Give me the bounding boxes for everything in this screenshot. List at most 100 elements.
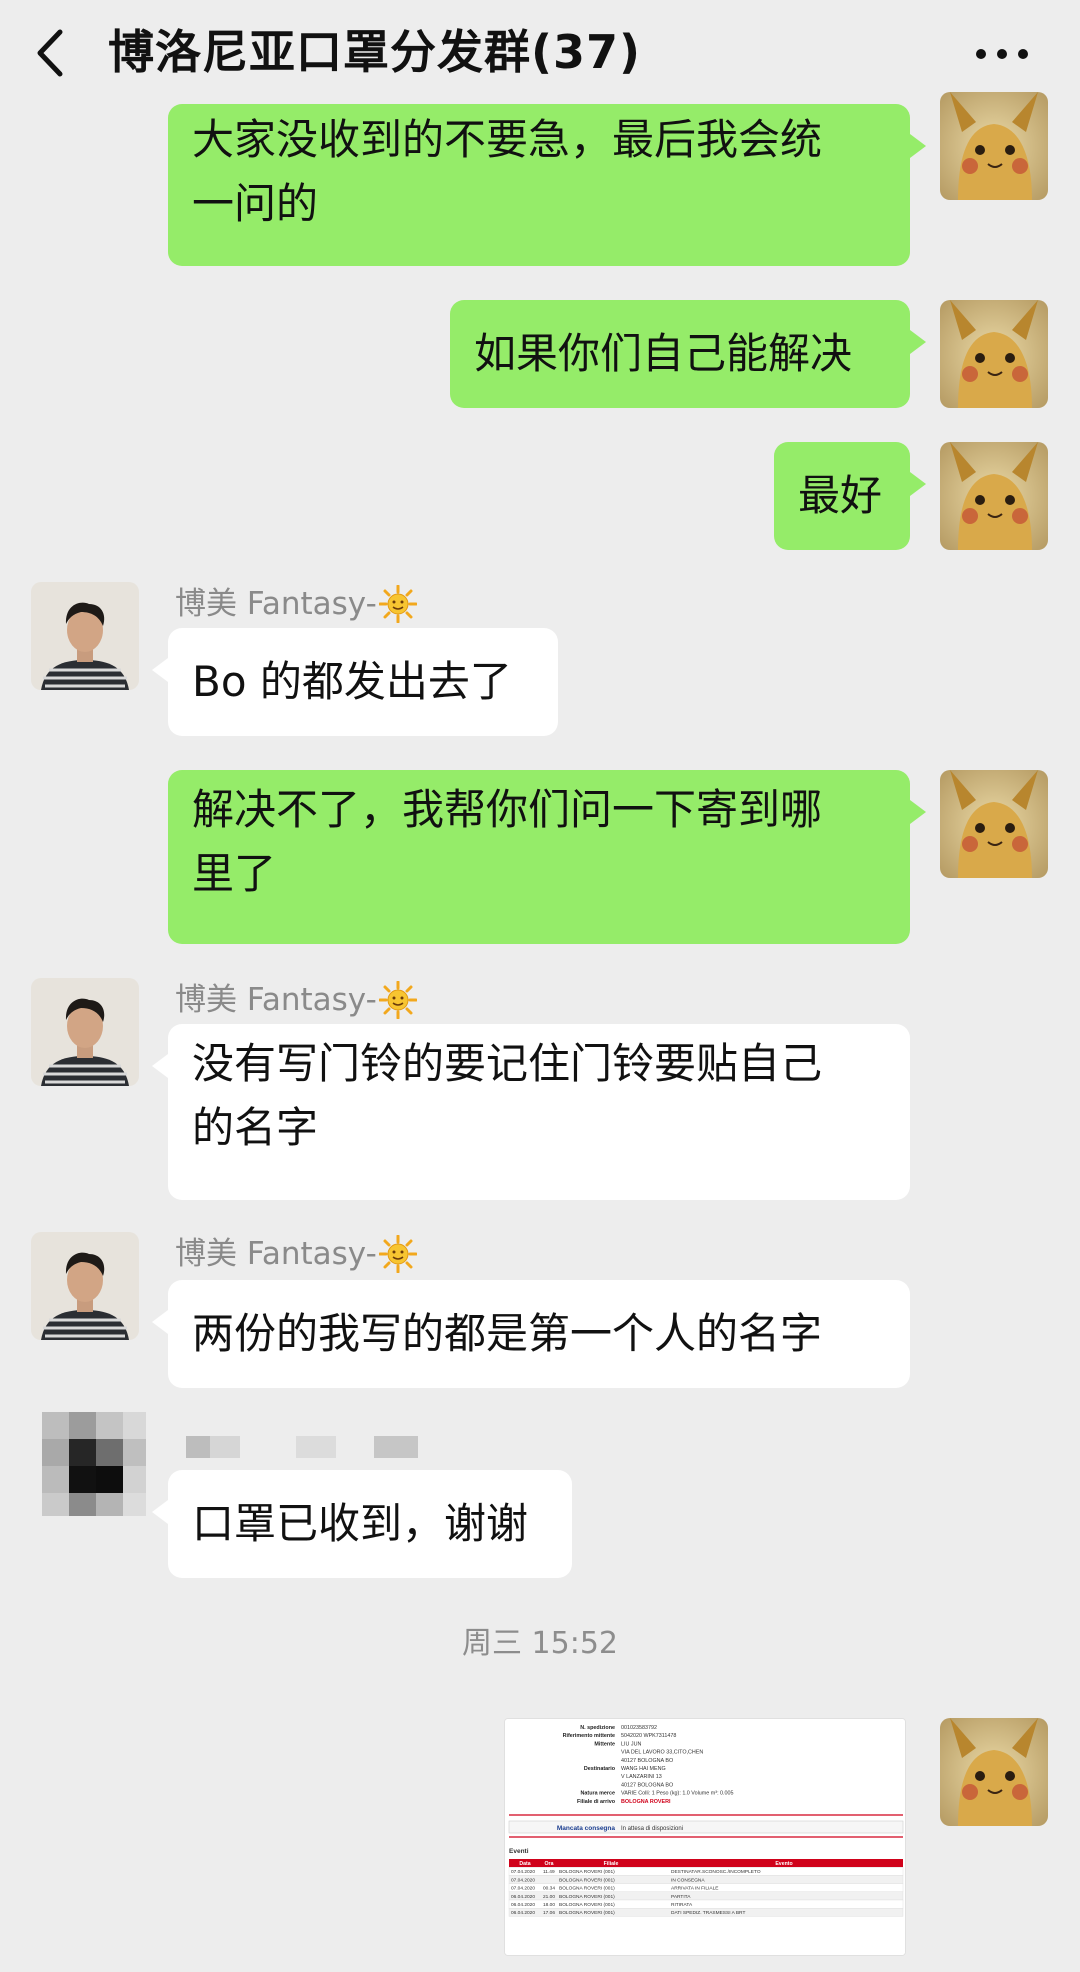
table-cell: 06.04.2020 <box>511 1894 535 1900</box>
chat-header: 博洛尼亚口罩分发群(37) <box>0 0 1080 108</box>
field-value: BOLOGNA ROVERI <box>621 1799 671 1805</box>
person-avatar-image <box>31 978 139 1086</box>
table-header-cell: Ora <box>545 1861 554 1867</box>
table-header-cell: Filiale <box>604 1861 619 1867</box>
table-cell: BOLOGNA ROVERI (001) <box>559 1877 615 1883</box>
table-cell: 07.04.2020 <box>511 1886 535 1892</box>
table-cell: BOLOGNA ROVERI (001) <box>559 1869 615 1875</box>
message-line: 里了 <box>192 849 277 898</box>
table-cell: 00.34 <box>543 1886 555 1892</box>
field-value: VARIE Colli: 1 Peso (kg): 1.0 Volume m³:… <box>621 1791 734 1797</box>
table-header-cell: Data <box>519 1861 530 1867</box>
back-button[interactable] <box>30 24 78 82</box>
status-label: Mancata consegna <box>557 1825 616 1832</box>
pixelated-sender-name <box>186 1432 436 1466</box>
more-dots-icon <box>976 49 986 59</box>
message-line: 解决不了，我帮你们问一下寄到哪 <box>192 785 823 834</box>
message-bubble-self[interactable]: 最好 <box>774 442 926 550</box>
table-cell: BOLOGNA ROVERI (001) <box>559 1886 615 1892</box>
pikachu-avatar-image <box>940 300 1048 408</box>
pixelated-avatar[interactable] <box>42 1412 146 1516</box>
field-label: Natura merce <box>581 1791 615 1797</box>
message-line: Bo 的都发出去了 <box>192 657 512 706</box>
message-line: 大家没收到的不要急，最后我会统 <box>192 115 823 164</box>
field-label: N. spedizione <box>580 1725 615 1731</box>
chevron-left-icon <box>37 29 63 77</box>
member-avatar[interactable] <box>31 1232 139 1340</box>
table-cell: BOLOGNA ROVERI (001) <box>559 1910 615 1916</box>
sun-emoji-icon <box>378 585 417 623</box>
table-cell: BOLOGNA ROVERI (001) <box>559 1902 615 1908</box>
field-label: Filiale di arrivo <box>577 1799 616 1805</box>
table-cell: DESTINATAR.SCONOSC./INCOMPLETO <box>671 1869 761 1875</box>
person-avatar-image <box>31 1232 139 1340</box>
person-avatar-image <box>31 582 139 690</box>
self-avatar[interactable] <box>940 300 1048 408</box>
message-timestamp: 周三 15:52 <box>462 1626 618 1661</box>
message-bubble-other[interactable]: Bo 的都发出去了 <box>152 628 558 736</box>
sun-emoji-icon <box>378 981 417 1019</box>
field-value: 001023583792 <box>621 1725 657 1731</box>
message-line: 最好 <box>798 471 883 520</box>
table-cell: ARRIVATA IN FILIALE <box>671 1886 718 1892</box>
chat-title: 博洛尼亚口罩分发群(37) <box>108 25 642 79</box>
tracking-document-image: N. spedizione 001023583792 Riferimento mit… <box>505 1719 905 1955</box>
pikachu-avatar-image <box>940 1718 1048 1826</box>
table-header-row <box>509 1859 903 1868</box>
message-bubble-self[interactable]: 解决不了，我帮你们问一下寄到哪 里了 <box>168 770 926 944</box>
more-options-button[interactable] <box>966 34 1038 74</box>
table-cell: RITIRATA <box>671 1902 693 1908</box>
member-avatar[interactable] <box>31 978 139 1086</box>
message-line: 一问的 <box>192 179 319 228</box>
message-bubble-other[interactable]: 口罩已收到，谢谢 <box>152 1470 572 1578</box>
self-avatar[interactable] <box>940 770 1048 878</box>
field-label: Riferimento mittente <box>563 1733 615 1739</box>
table-cell: 21.00 <box>543 1894 555 1900</box>
field-value: 40127 BOLOGNA BO <box>621 1758 673 1764</box>
self-avatar[interactable] <box>940 442 1048 550</box>
table-cell: 17.06 <box>543 1910 555 1916</box>
field-value: V LANZARINI 13 <box>621 1774 662 1780</box>
table-header-cell: Evento <box>775 1861 792 1867</box>
field-value: LIU JUN <box>621 1741 641 1747</box>
field-value: VIA DEL LAVORO 33,CITO,CHEN <box>621 1750 703 1756</box>
self-avatar[interactable] <box>940 1718 1048 1826</box>
field-value: 5042020 WPK7311478 <box>621 1733 676 1739</box>
status-value: In attesa di disposizioni <box>621 1826 683 1832</box>
field-label: Destinatario <box>584 1766 616 1772</box>
message-bubble-other[interactable]: 两份的我写的都是第一个人的名字 <box>152 1280 910 1388</box>
mosaic-avatar-image <box>42 1412 146 1516</box>
table-cell: BOLOGNA ROVERI (001) <box>559 1894 615 1900</box>
member-avatar[interactable] <box>31 582 139 690</box>
table-cell: 18.00 <box>543 1902 555 1908</box>
table-cell: PARTITA <box>671 1894 691 1900</box>
table-cell: 11.49 <box>543 1869 555 1875</box>
message-line: 口罩已收到，谢谢 <box>192 1499 529 1548</box>
message-bubble-self[interactable]: 如果你们自己能解决 <box>450 300 926 408</box>
self-avatar[interactable] <box>940 92 1048 200</box>
pikachu-avatar-image <box>940 770 1048 878</box>
sender-name: 博美 Fantasy- <box>175 584 417 624</box>
message-line: 的名字 <box>192 1103 319 1152</box>
table-cell: DATI SPEDIZ. TRASMESSI A BRT <box>671 1910 745 1916</box>
table-cell: IN CONSEGNA <box>671 1877 705 1883</box>
field-value: 40127 BOLOGNA BO <box>621 1782 673 1788</box>
shared-tracking-image[interactable]: N. spedizione 001023583792 Riferimento mit… <box>504 1718 906 1956</box>
field-label: Mittente <box>594 1741 615 1747</box>
table-cell: 07.04.2020 <box>511 1877 535 1883</box>
field-value: WANG HAI MENG <box>621 1766 666 1772</box>
message-bubble-self[interactable]: 大家没收到的不要急，最后我会统 一问的 <box>168 104 926 266</box>
pikachu-avatar-image <box>940 442 1048 550</box>
message-line: 如果你们自己能解决 <box>474 329 853 378</box>
sun-emoji-icon <box>378 1235 417 1273</box>
pikachu-avatar-image <box>940 92 1048 200</box>
table-cell: 07.04.2020 <box>511 1869 535 1875</box>
sender-name: 博美 Fantasy- <box>175 1234 417 1274</box>
table-cell: 06.04.2020 <box>511 1902 535 1908</box>
message-line: 没有写门铃的要记住门铃要贴自己 <box>192 1039 823 1088</box>
message-bubble-other[interactable]: 没有写门铃的要记住门铃要贴自己 的名字 <box>152 1024 910 1200</box>
sender-name: 博美 Fantasy- <box>175 980 417 1020</box>
message-line: 两份的我写的都是第一个人的名字 <box>192 1309 823 1358</box>
table-cell: 06.04.2020 <box>511 1910 535 1916</box>
events-title: Eventi <box>509 1848 529 1855</box>
